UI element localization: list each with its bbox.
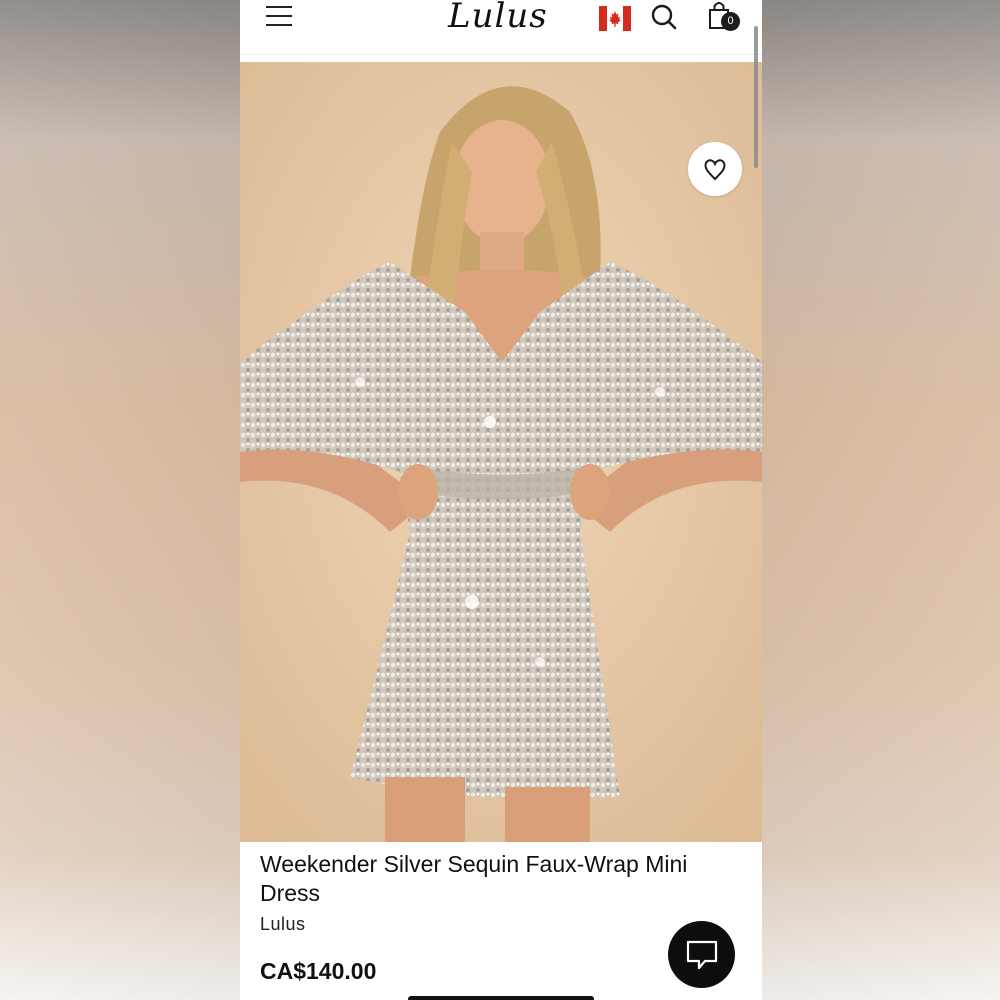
home-indicator (408, 996, 594, 1000)
background-right (762, 0, 1000, 1000)
background-left (0, 0, 240, 1000)
scrollbar[interactable] (754, 26, 758, 168)
heart-icon (704, 159, 726, 181)
menu-icon[interactable] (266, 5, 292, 27)
brand-link[interactable]: Lulus (260, 914, 306, 935)
wishlist-button[interactable] (688, 142, 742, 196)
phone-screen: Lulus 0 Weekender Silver Sequin Faux-Wra… (240, 0, 762, 1000)
canada-flag-icon[interactable] (599, 6, 631, 31)
product-price: CA$140.00 (260, 958, 377, 984)
model-photo (240, 62, 762, 842)
search-icon[interactable] (650, 3, 678, 31)
chat-icon (686, 940, 718, 970)
chat-button[interactable] (668, 921, 735, 988)
bag-count-badge: 0 (721, 12, 740, 31)
product-title: Weekender Silver Sequin Faux-Wrap Mini D… (260, 851, 688, 906)
lulus-logo[interactable]: Lulus (448, 0, 548, 36)
top-navigation-bar: Lulus 0 (240, 0, 762, 55)
product-image[interactable] (240, 62, 762, 842)
